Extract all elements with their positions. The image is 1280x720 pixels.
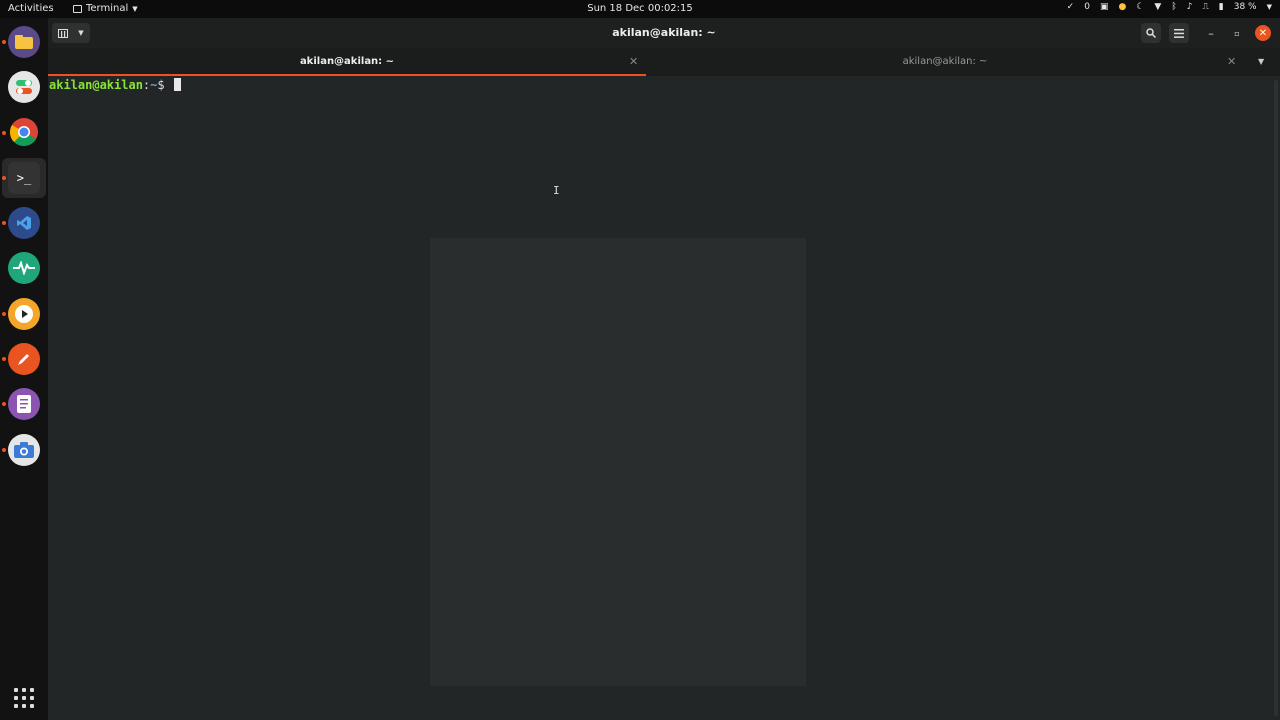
chrome-icon[interactable] [8,116,40,148]
tab-list-menu-icon[interactable]: ▼ [1258,57,1264,66]
tab-label: akilan@akilan: ~ [299,56,395,67]
running-indicator [2,176,6,180]
prompt-user-host: akilan@akilan [49,78,143,92]
system-tray[interactable]: ✓ 0 ▣ ● ☾ ▼ ᛒ ♪ ⎍ ▮ 38 % ▼ [1067,2,1272,12]
wifi-icon[interactable]: ▼ [1154,2,1161,12]
maximize-icon: ▫ [1234,28,1240,38]
show-applications-icon[interactable] [12,686,36,710]
tab-label: akilan@akilan: ~ [902,56,988,67]
terminal-window: ▼ akilan@akilan: ~ – ▫ ✕ akilan@akilan: … [48,18,1280,720]
search-button[interactable] [1141,23,1161,43]
hamburger-menu-button[interactable] [1169,23,1189,43]
chevron-down-icon[interactable]: ▼ [1267,3,1272,11]
settings-toggle-icon[interactable] [8,71,40,103]
running-indicator [2,312,6,316]
pen-tool-icon[interactable] [8,343,40,375]
top-bar: Activities Terminal ▼ Sun 18 Dec 00:02:1… [0,0,1280,18]
files-icon[interactable] [8,26,40,58]
checkmark-icon: ✓ [1066,2,1075,12]
media-player-icon[interactable] [8,298,40,330]
tab-close-icon[interactable]: ✕ [629,55,638,68]
dock: >_ [0,18,48,720]
scrollbar[interactable] [1274,80,1278,716]
battery-percent: 38 % [1233,2,1257,12]
background-window-ghost [430,238,806,686]
system-monitor-icon[interactable] [8,252,40,284]
running-indicator [2,402,6,406]
terminal-output[interactable]: akilan@akilan:~$ I [48,76,1280,720]
tab-terminal-2[interactable]: akilan@akilan: ~ ✕ [646,48,1244,76]
tab-bar: akilan@akilan: ~ ✕ akilan@akilan: ~ ✕ ▼ [48,48,1280,76]
bluetooth-icon[interactable]: ᛒ [1171,2,1176,12]
running-indicator [2,40,6,44]
camera-icon[interactable]: ▣ [1100,2,1109,12]
vscode-icon[interactable] [8,207,40,239]
terminal-icon[interactable]: >_ [8,162,40,194]
running-indicator [2,131,6,135]
running-indicator [2,448,6,452]
window-title: akilan@akilan: ~ [612,26,716,39]
volume-icon[interactable]: ♪ [1187,2,1193,12]
prompt-line: akilan@akilan:~$ [49,78,181,92]
night-light-icon[interactable]: ☾ [1136,2,1144,12]
microphone-icon[interactable]: ⎍ [1202,2,1208,12]
status-circle-icon[interactable]: ● [1118,2,1126,12]
screenshot-icon[interactable] [8,434,40,466]
running-indicator [2,221,6,225]
minimize-icon: – [1208,26,1214,40]
hamburger-icon [1174,28,1184,38]
text-editor-icon[interactable] [8,388,40,420]
tab-close-icon[interactable]: ✕ [1227,55,1236,68]
search-icon [1146,28,1156,38]
prompt-symbol: $ [157,78,172,92]
tab-terminal-1[interactable]: akilan@akilan: ~ ✕ [48,48,646,76]
running-indicator [2,357,6,361]
minimize-button[interactable]: – [1202,23,1220,43]
header-bar[interactable]: ▼ akilan@akilan: ~ – ▫ ✕ [48,18,1280,48]
text-cursor [173,78,181,91]
mouse-ibeam-cursor-icon: I [553,184,560,197]
maximize-button[interactable]: ▫ [1228,23,1246,43]
battery-icon[interactable]: ▮ [1219,2,1224,12]
close-icon: ✕ [1258,27,1268,39]
close-button[interactable]: ✕ [1255,25,1271,41]
notification-count: 0 [1084,2,1090,12]
